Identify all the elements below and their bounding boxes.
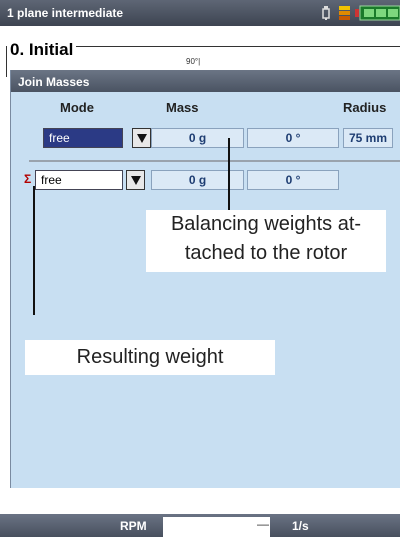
rpm-input[interactable] bbox=[163, 517, 270, 537]
result-pointer-line bbox=[33, 186, 35, 315]
title-bar: 1 plane intermediate bbox=[0, 0, 400, 26]
result-angle-field: 0 ° bbox=[247, 170, 339, 190]
section-title: 0. Initial bbox=[7, 40, 77, 60]
initial-section: 0. Initial 90°| bbox=[0, 26, 400, 77]
column-header-mass: Mass bbox=[166, 100, 199, 115]
column-header-radius: Radius bbox=[343, 100, 387, 115]
transducer-icon bbox=[339, 6, 350, 20]
resulting-weight-callout: Resulting weight bbox=[25, 340, 275, 375]
rpm-label: RPM bbox=[120, 519, 147, 533]
weights-pointer-line bbox=[228, 138, 230, 210]
panel-header: Join Masses bbox=[11, 70, 400, 92]
rpm-value: — bbox=[257, 517, 269, 531]
radius-field[interactable]: 75 mm bbox=[343, 128, 393, 148]
mode-select[interactable]: free bbox=[43, 128, 123, 148]
panel-title: Join Masses bbox=[18, 75, 90, 89]
column-header-mode: Mode bbox=[60, 100, 94, 115]
callout-line-1: Balancing weights at- bbox=[170, 213, 362, 235]
sensor-icon bbox=[322, 6, 330, 20]
callout-line-2: tached to the rotor bbox=[184, 242, 348, 264]
mass-field[interactable]: 0 g bbox=[151, 128, 244, 148]
angle-field[interactable]: 0 ° bbox=[247, 128, 339, 148]
window-title: 1 plane intermediate bbox=[7, 6, 124, 20]
join-masses-panel: Join Masses Mode Mass Radius free 0 g 0 … bbox=[10, 70, 400, 488]
battery-icon bbox=[355, 5, 400, 21]
result-mass-field: 0 g bbox=[151, 170, 244, 190]
angle-label: 90°| bbox=[186, 57, 201, 66]
balancing-weights-callout: Balancing weights at- tached to the roto… bbox=[146, 210, 386, 272]
result-mode-select[interactable]: free bbox=[35, 170, 123, 190]
row-separator bbox=[29, 160, 400, 162]
sigma-icon: Σ bbox=[24, 172, 32, 186]
rpm-unit: 1/s bbox=[292, 519, 309, 533]
result-mode-dropdown-button[interactable] bbox=[126, 170, 145, 190]
footer-bar: RPM — 1/s bbox=[0, 514, 400, 537]
mode-dropdown-button[interactable] bbox=[132, 128, 151, 148]
bottom-area bbox=[0, 488, 400, 514]
